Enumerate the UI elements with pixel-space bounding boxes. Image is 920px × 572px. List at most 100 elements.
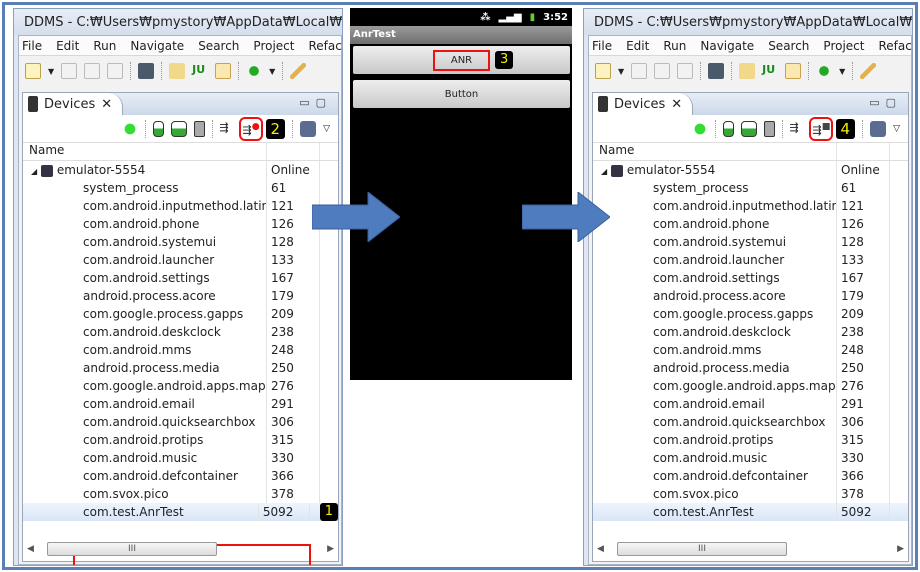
print-icon[interactable] bbox=[107, 63, 124, 79]
new-class-icon[interactable] bbox=[215, 63, 232, 79]
process-row[interactable]: com.android.mms 248 bbox=[593, 341, 908, 359]
menu-navigate[interactable]: Navigate bbox=[130, 39, 184, 53]
menu-file[interactable]: File bbox=[592, 39, 612, 53]
process-row[interactable]: com.android.protips 315 bbox=[593, 431, 908, 449]
process-row[interactable]: com.android.phone 126 bbox=[593, 215, 908, 233]
menu-run[interactable]: Run bbox=[93, 39, 116, 53]
scroll-left-icon[interactable]: ◀ bbox=[597, 544, 604, 554]
open-project-icon[interactable] bbox=[739, 63, 756, 79]
save-all-icon[interactable] bbox=[84, 63, 101, 79]
update-threads-icon[interactable]: ⇶ bbox=[220, 121, 236, 137]
process-row[interactable]: com.android.settings 167 bbox=[593, 269, 908, 287]
view-menu-icon[interactable]: ▽ bbox=[893, 124, 900, 134]
process-row[interactable]: system_process 61 bbox=[23, 179, 338, 197]
start-method-profiling-icon[interactable]: ⇶● bbox=[238, 116, 263, 141]
process-row[interactable]: android.process.media 250 bbox=[593, 359, 908, 377]
process-row[interactable]: com.svox.pico 378 bbox=[23, 485, 338, 503]
process-row[interactable]: com.android.inputmethod.latin 121 bbox=[593, 197, 908, 215]
screen-capture-icon[interactable] bbox=[870, 120, 887, 137]
save-icon[interactable] bbox=[631, 63, 648, 79]
dropdown-icon[interactable]: ▼ bbox=[618, 67, 624, 76]
scroll-left-icon[interactable]: ◀ bbox=[27, 544, 34, 554]
stop-method-profiling-icon[interactable]: ⇶■ bbox=[808, 116, 833, 141]
process-row[interactable]: com.android.systemui 128 bbox=[593, 233, 908, 251]
menu-navigate[interactable]: Navigate bbox=[700, 39, 754, 53]
anr-button[interactable]: ANR 3 bbox=[353, 46, 570, 74]
screen-capture-icon[interactable] bbox=[300, 120, 317, 137]
minimize-maximize-icons[interactable]: ▭▢ bbox=[299, 96, 332, 109]
process-row[interactable]: com.android.deskclock 238 bbox=[593, 323, 908, 341]
process-row[interactable]: android.process.acore 179 bbox=[593, 287, 908, 305]
process-row[interactable]: com.android.email 291 bbox=[23, 395, 338, 413]
dump-hprof-icon[interactable] bbox=[170, 120, 187, 137]
scroll-right-icon[interactable]: ▶ bbox=[897, 544, 904, 554]
process-row[interactable]: android.process.media 250 bbox=[23, 359, 338, 377]
menu-project[interactable]: Project bbox=[253, 39, 294, 53]
process-row[interactable]: com.google.android.apps.maps:Fr 276 bbox=[593, 377, 908, 395]
close-icon[interactable]: ✕ bbox=[101, 97, 112, 112]
menu-refactor[interactable]: Refactor bbox=[878, 39, 912, 53]
process-row[interactable]: com.android.music 330 bbox=[593, 449, 908, 467]
menu-search[interactable]: Search bbox=[768, 39, 809, 53]
new-class-icon[interactable] bbox=[785, 63, 802, 79]
process-row[interactable]: com.android.systemui 128 bbox=[23, 233, 338, 251]
process-row[interactable]: com.svox.pico 378 bbox=[593, 485, 908, 503]
pen-icon[interactable] bbox=[290, 63, 307, 79]
save-icon[interactable] bbox=[61, 63, 78, 79]
menu-run[interactable]: Run bbox=[663, 39, 686, 53]
scroll-right-icon[interactable]: ▶ bbox=[327, 544, 334, 554]
dropdown-icon[interactable]: ▼ bbox=[48, 67, 54, 76]
gc-icon[interactable] bbox=[763, 120, 775, 137]
new-icon[interactable] bbox=[595, 63, 611, 79]
process-row[interactable]: com.test.AnrTest 5092 1 bbox=[23, 503, 338, 521]
debug-icon[interactable] bbox=[691, 120, 708, 137]
process-row[interactable]: com.android.launcher 133 bbox=[23, 251, 338, 269]
process-row[interactable]: com.android.quicksearchbox 306 bbox=[23, 413, 338, 431]
process-row[interactable]: com.android.music 330 bbox=[23, 449, 338, 467]
junit-icon[interactable]: JU bbox=[762, 63, 778, 79]
process-row[interactable]: com.android.settings 167 bbox=[23, 269, 338, 287]
debug-icon[interactable] bbox=[121, 120, 138, 137]
collapse-icon[interactable]: ◢ bbox=[31, 167, 37, 176]
process-row[interactable]: com.google.android.apps.maps:Fr 276 bbox=[23, 377, 338, 395]
junit-icon[interactable]: JU bbox=[192, 63, 208, 79]
close-icon[interactable]: ✕ bbox=[671, 97, 682, 112]
process-row[interactable]: com.android.launcher 133 bbox=[593, 251, 908, 269]
update-threads-icon[interactable]: ⇶ bbox=[790, 121, 806, 137]
update-heap-icon[interactable] bbox=[152, 120, 164, 137]
update-heap-icon[interactable] bbox=[722, 120, 734, 137]
run-icon[interactable] bbox=[246, 63, 263, 79]
horizontal-scrollbar[interactable]: ◀ III ▶ bbox=[597, 541, 904, 557]
menu-search[interactable]: Search bbox=[198, 39, 239, 53]
android-sdk-icon[interactable] bbox=[138, 63, 155, 79]
collapse-icon[interactable]: ◢ bbox=[601, 167, 607, 176]
process-row[interactable]: com.android.quicksearchbox 306 bbox=[593, 413, 908, 431]
pen-icon[interactable] bbox=[860, 63, 877, 79]
button[interactable]: Button bbox=[353, 80, 570, 108]
process-row[interactable]: com.test.AnrTest 5092 bbox=[593, 503, 908, 521]
menu-edit[interactable]: Edit bbox=[56, 39, 79, 53]
minimize-maximize-icons[interactable]: ▭▢ bbox=[869, 96, 902, 109]
process-row[interactable]: com.android.deskclock 238 bbox=[23, 323, 338, 341]
menu-project[interactable]: Project bbox=[823, 39, 864, 53]
scroll-thumb[interactable]: III bbox=[47, 542, 217, 556]
process-row[interactable]: com.google.process.gapps 209 bbox=[593, 305, 908, 323]
process-row[interactable]: com.google.process.gapps 209 bbox=[23, 305, 338, 323]
open-project-icon[interactable] bbox=[169, 63, 186, 79]
dropdown-icon[interactable]: ▼ bbox=[839, 67, 845, 76]
horizontal-scrollbar[interactable]: ◀ III ▶ bbox=[27, 541, 334, 557]
process-row[interactable]: com.android.defcontainer 366 bbox=[23, 467, 338, 485]
tab-devices[interactable]: Devices ✕ bbox=[593, 93, 693, 115]
save-all-icon[interactable] bbox=[654, 63, 671, 79]
process-row[interactable]: system_process 61 bbox=[593, 179, 908, 197]
device-row[interactable]: ◢ emulator-5554 Online bbox=[23, 161, 338, 179]
dump-hprof-icon[interactable] bbox=[740, 120, 757, 137]
column-name[interactable]: Name bbox=[593, 143, 837, 160]
android-sdk-icon[interactable] bbox=[708, 63, 725, 79]
run-icon[interactable] bbox=[816, 63, 833, 79]
process-row[interactable]: com.android.protips 315 bbox=[23, 431, 338, 449]
scroll-thumb[interactable]: III bbox=[617, 542, 787, 556]
tab-devices[interactable]: Devices ✕ bbox=[23, 93, 123, 115]
process-row[interactable]: com.android.mms 248 bbox=[23, 341, 338, 359]
process-row[interactable]: com.android.email 291 bbox=[593, 395, 908, 413]
